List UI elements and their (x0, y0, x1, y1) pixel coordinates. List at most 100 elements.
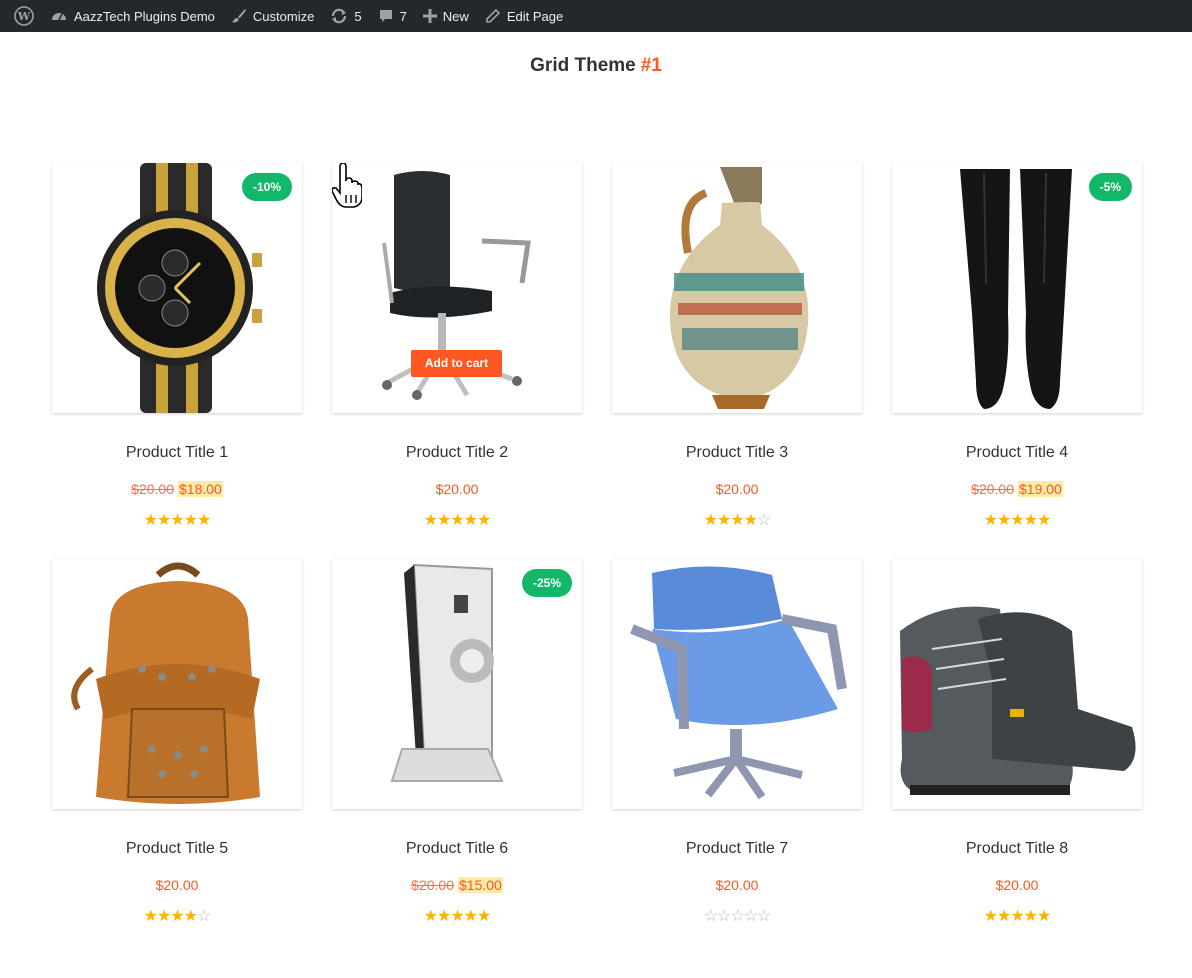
updates-link[interactable]: 5 (322, 0, 369, 32)
customize-label: Customize (252, 8, 315, 24)
rating-stars: ★★★★★ (52, 512, 302, 530)
star-filled-icon: ★ (170, 512, 184, 529)
blue-chair-image (630, 566, 847, 800)
star-filled-icon: ★ (1023, 908, 1038, 925)
product-price: $20.00 (612, 481, 862, 497)
star-filled-icon: ★ (996, 512, 1011, 529)
star-filled-icon: ★ (743, 512, 758, 529)
pencil-icon (486, 8, 500, 23)
comment-icon (379, 10, 392, 22)
star-filled-icon: ★ (730, 512, 744, 529)
product-image[interactable] (612, 163, 862, 413)
hiking-boots-image (900, 606, 1136, 795)
regular-price: $20.00 (995, 877, 1039, 893)
star-filled-icon: ★ (156, 512, 171, 529)
product-title[interactable]: Product Title 4 (892, 444, 1142, 462)
site-name-menu[interactable]: AazzTech Plugins Demo (42, 0, 223, 32)
star-filled-icon: ★ (477, 908, 491, 925)
star-filled-icon: ★ (143, 908, 158, 925)
dashboard-icon (52, 13, 66, 21)
star-filled-icon: ★ (170, 908, 184, 925)
product-image[interactable] (892, 559, 1142, 809)
plus-icon (422, 9, 437, 23)
brush-icon (231, 9, 246, 23)
regular-price: $20.00 (435, 481, 479, 497)
star-filled-icon: ★ (423, 512, 438, 529)
edit-page-label: Edit Page (506, 8, 564, 24)
comments-link[interactable]: 7 (370, 0, 415, 32)
star-empty-icon: ☆ (716, 908, 731, 925)
comments-count: 7 (399, 8, 407, 24)
star-filled-icon: ★ (450, 512, 464, 529)
page-title-text: Grid Theme (530, 55, 636, 76)
product-price: $20.00 (612, 877, 862, 893)
product-price: $20.00 $18.00 (52, 481, 302, 497)
star-filled-icon: ★ (477, 512, 491, 529)
star-filled-icon: ★ (423, 908, 438, 925)
product-image[interactable]: -25% (332, 559, 582, 809)
discount-badge: -10% (241, 173, 292, 201)
updates-icon (332, 8, 347, 24)
product-title[interactable]: Product Title 1 (52, 444, 302, 462)
star-filled-icon: ★ (1037, 512, 1051, 529)
star-filled-icon: ★ (1010, 512, 1024, 529)
hand-cursor-icon (332, 163, 362, 208)
star-filled-icon: ★ (1037, 908, 1051, 925)
product-title[interactable]: Product Title 5 (52, 840, 302, 858)
sale-price: $19.00 (1018, 481, 1063, 497)
rating-stars: ★★★★★ (892, 512, 1142, 530)
product-title[interactable]: Product Title 3 (612, 444, 862, 462)
star-empty-icon: ☆ (757, 908, 771, 925)
star-filled-icon: ★ (183, 908, 198, 925)
product-image[interactable] (612, 559, 862, 809)
sale-price: $15.00 (458, 877, 503, 893)
star-filled-icon: ★ (197, 512, 211, 529)
updates-count: 5 (354, 8, 362, 24)
rating-stars: ★★★★★ (332, 512, 582, 530)
product-title[interactable]: Product Title 8 (892, 840, 1142, 858)
star-filled-icon: ★ (183, 512, 198, 529)
rating-stars: ★★★★☆ (612, 512, 862, 530)
rating-stars: ☆☆☆☆☆ (612, 908, 862, 926)
product-image[interactable] (52, 559, 302, 809)
regular-price: $20.00 (155, 877, 199, 893)
product-image[interactable]: -10% (52, 163, 302, 413)
add-to-cart-button[interactable]: Add to cart (411, 350, 502, 377)
product-price: $20.00 (332, 481, 582, 497)
customize-link[interactable]: Customize (223, 0, 322, 32)
vase-image (669, 167, 809, 409)
product-title[interactable]: Product Title 7 (612, 840, 862, 858)
sale-price: $18.00 (178, 481, 223, 497)
star-empty-icon: ☆ (743, 908, 758, 925)
star-filled-icon: ★ (1023, 512, 1038, 529)
product-image[interactable]: -5% (892, 163, 1142, 413)
star-empty-icon: ☆ (703, 908, 718, 925)
product-title[interactable]: Product Title 6 (332, 840, 582, 858)
page-title-accent: #1 (640, 55, 662, 76)
product-title[interactable]: Product Title 2 (332, 444, 582, 462)
regular-price: $20.00 (715, 481, 759, 497)
old-price: $20.00 (971, 481, 1014, 497)
new-label: New (442, 8, 469, 24)
product-image[interactable]: Add to cart (332, 163, 582, 413)
product-price: $20.00 $15.00 (332, 877, 582, 893)
star-filled-icon: ★ (463, 908, 478, 925)
star-filled-icon: ★ (1010, 908, 1024, 925)
regular-price: $20.00 (715, 877, 759, 893)
product-price: $20.00 (52, 877, 302, 893)
old-price: $20.00 (131, 481, 174, 497)
rating-stars: ★★★★★ (892, 908, 1142, 926)
star-filled-icon: ★ (716, 512, 731, 529)
new-content-link[interactable]: New (415, 0, 477, 32)
rating-stars: ★★★★★ (332, 908, 582, 926)
star-empty-icon: ☆ (197, 908, 211, 925)
wordpress-logo-icon[interactable]: W (6, 0, 42, 32)
star-filled-icon: ★ (463, 512, 478, 529)
site-name-label: AazzTech Plugins Demo (74, 8, 215, 24)
discount-badge: -25% (521, 569, 572, 597)
star-filled-icon: ★ (996, 908, 1011, 925)
discount-badge: -5% (1088, 173, 1132, 201)
rating-stars: ★★★★☆ (52, 908, 302, 926)
star-empty-icon: ☆ (757, 512, 771, 529)
edit-page-link[interactable]: Edit Page (477, 0, 571, 32)
